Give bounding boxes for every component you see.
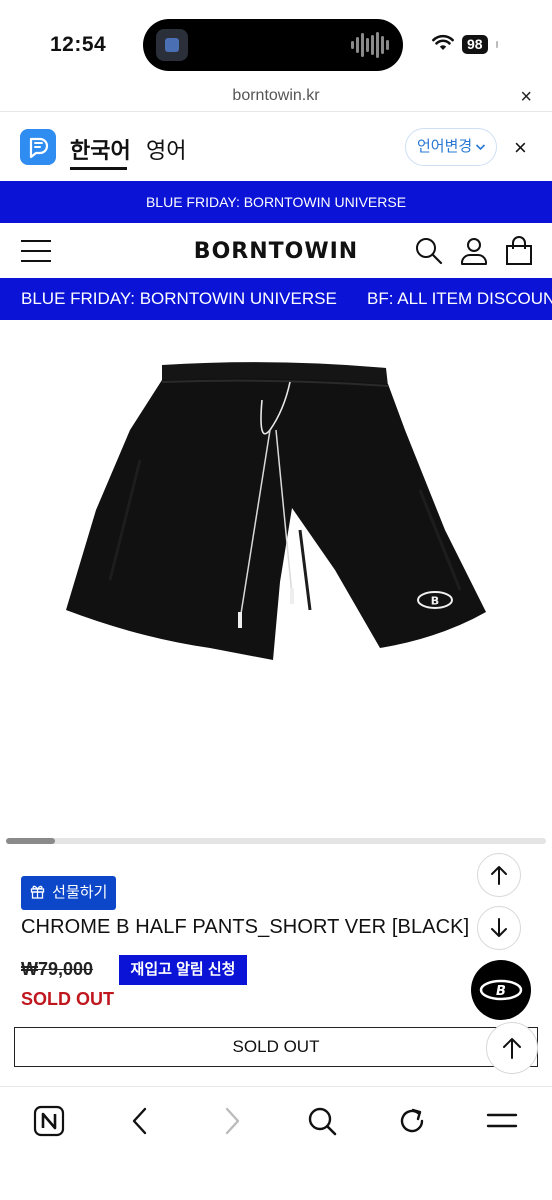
menu-icon[interactable] bbox=[486, 1105, 518, 1137]
arrow-up-icon bbox=[491, 866, 507, 885]
arrow-down-icon bbox=[491, 918, 507, 937]
language-tab-korean[interactable]: 한국어 bbox=[70, 133, 131, 165]
marquee-item: BLUE FRIDAY: BORNTOWIN UNIVERSE bbox=[21, 289, 337, 308]
search-icon[interactable] bbox=[307, 1105, 337, 1137]
announcement-marquee[interactable]: BLUE FRIDAY: BORNTOWIN UNIVERSE BF: ALL … bbox=[0, 278, 552, 320]
status-time: 12:54 bbox=[50, 33, 107, 56]
translate-close-button[interactable]: × bbox=[514, 135, 527, 161]
active-tab-indicator bbox=[70, 167, 127, 170]
language-tab-english[interactable]: 영어 bbox=[146, 133, 186, 165]
promo-banner[interactable]: BLUE FRIDAY: BORNTOWIN UNIVERSE bbox=[0, 181, 552, 223]
battery-tip bbox=[496, 41, 498, 48]
naver-home-icon[interactable] bbox=[33, 1105, 65, 1137]
forward-icon[interactable] bbox=[220, 1105, 244, 1137]
brand-b-icon: B bbox=[479, 979, 523, 1001]
gift-icon bbox=[30, 885, 45, 899]
scroll-down-button[interactable] bbox=[477, 906, 521, 950]
refresh-icon[interactable] bbox=[397, 1105, 427, 1137]
translate-bar: 한국어 영어 언어변경 × bbox=[0, 113, 552, 181]
translate-icon bbox=[20, 129, 56, 165]
status-bar: 12:54 98 bbox=[0, 0, 552, 84]
image-scroll-indicator[interactable] bbox=[6, 838, 546, 844]
marquee-item: BF: ALL ITEM DISCOUN bbox=[367, 289, 552, 308]
shopping-bag-icon[interactable] bbox=[505, 236, 533, 266]
svg-text:B: B bbox=[431, 595, 439, 608]
url-text[interactable]: borntowin.kr bbox=[0, 87, 552, 105]
user-icon[interactable] bbox=[459, 236, 489, 266]
original-price: ₩79,000 bbox=[21, 959, 94, 979]
browser-url-bar[interactable]: borntowin.kr × bbox=[0, 84, 552, 112]
audio-wave-icon bbox=[351, 32, 389, 58]
site-header: BORNTOWIN bbox=[0, 223, 552, 279]
brand-floating-button[interactable]: B bbox=[471, 960, 531, 1020]
image-scroll-thumb[interactable] bbox=[6, 838, 55, 844]
product-image[interactable]: B bbox=[0, 320, 552, 830]
gift-label: 선물하기 bbox=[52, 884, 108, 901]
svg-text:B: B bbox=[496, 984, 506, 999]
change-language-button[interactable]: 언어변경 bbox=[405, 128, 497, 166]
scroll-top-icon bbox=[503, 1038, 521, 1059]
gift-button[interactable]: 선물하기 bbox=[21, 876, 117, 910]
product-name: CHROME B HALF PANTS_SHORT VER [BLACK] bbox=[21, 916, 470, 938]
battery-indicator: 98 bbox=[462, 35, 488, 54]
sold-out-button[interactable]: SOLD OUT bbox=[14, 1027, 538, 1067]
restock-alert-button[interactable]: 재입고 알림 신청 bbox=[119, 955, 247, 985]
back-icon[interactable] bbox=[128, 1105, 152, 1137]
search-icon[interactable] bbox=[414, 236, 444, 266]
dynamic-island[interactable] bbox=[143, 19, 403, 71]
wifi-icon bbox=[432, 34, 454, 50]
scroll-up-button[interactable] bbox=[477, 853, 521, 897]
shorts-illustration: B bbox=[66, 362, 486, 660]
scroll-top-button[interactable] bbox=[486, 1022, 538, 1074]
url-close-button[interactable]: × bbox=[520, 86, 532, 109]
change-language-label: 언어변경 bbox=[417, 138, 473, 155]
app-icon bbox=[156, 29, 188, 61]
sold-out-status: SOLD OUT bbox=[21, 989, 114, 1009]
browser-toolbar bbox=[0, 1086, 552, 1200]
chevron-down-icon bbox=[475, 129, 486, 179]
